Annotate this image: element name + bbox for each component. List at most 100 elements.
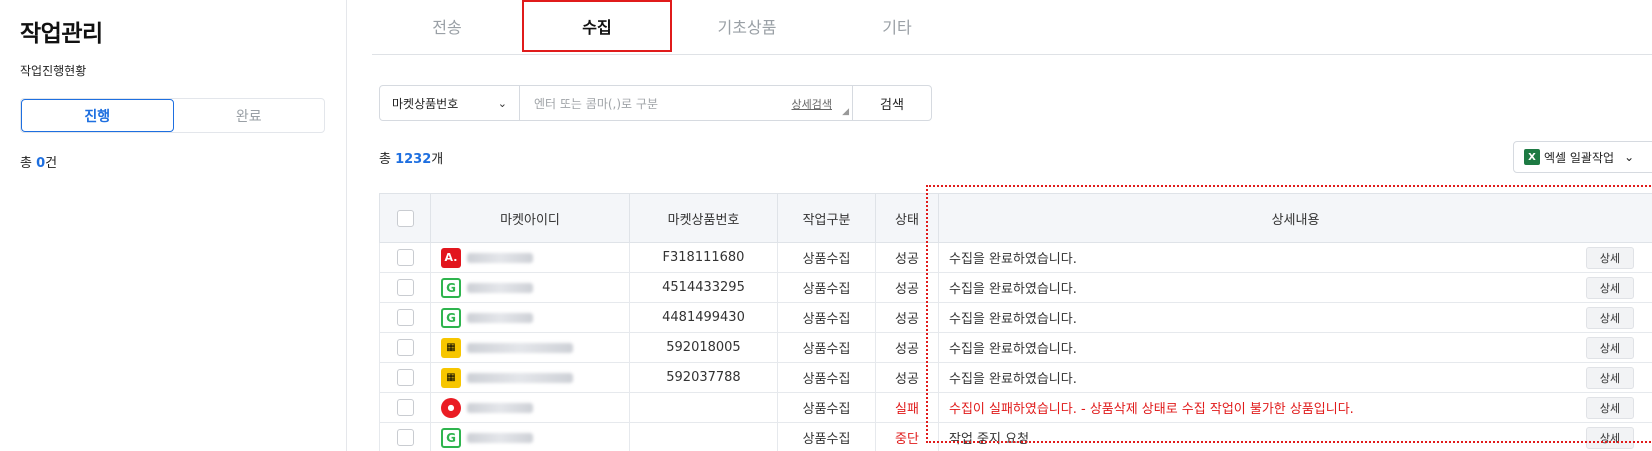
row-checkbox-cell <box>379 422 431 451</box>
coupang-market-icon: ▦ <box>441 367 461 388</box>
market-id-redacted <box>467 252 533 263</box>
row-checkbox-cell <box>379 332 431 363</box>
detail-cell: 수집이 실패하였습니다. - 상품삭제 상태로 수집 작업이 불가한 상품입니다… <box>938 392 1652 423</box>
row-detail-button[interactable]: 상세 <box>1586 307 1634 329</box>
market-id-cell: A. <box>430 242 630 273</box>
gmarket-market-icon: G <box>441 307 461 328</box>
table-row[interactable]: ▦ 592018005 상품수집 성공 수집을 완료하였습니다. 상세 <box>379 332 1652 363</box>
col-market-id: 마켓아이디 <box>430 193 630 243</box>
search-button[interactable]: 검색 <box>853 86 931 120</box>
excel-bulk-button[interactable]: X 엑셀 일괄작업 ⌄ <box>1513 141 1652 173</box>
product-no-cell: 592037788 <box>629 362 778 393</box>
market-id-cell: G <box>430 302 630 333</box>
table-row[interactable]: G 상품수집 중단 작업 중지 요청 상세 <box>379 422 1652 451</box>
chevron-down-icon: ⌄ <box>1624 150 1635 164</box>
row-checkbox[interactable] <box>396 429 414 446</box>
row-checkbox[interactable] <box>396 399 414 416</box>
row-checkbox[interactable] <box>396 339 414 356</box>
table-row[interactable]: G 4514433295 상품수집 성공 수집을 완료하였습니다. 상세 <box>379 272 1652 303</box>
status-cell: 성공 <box>875 272 939 303</box>
detail-cell: 작업 중지 요청 상세 <box>938 422 1652 451</box>
gmarket-market-icon: G <box>441 277 461 298</box>
result-total-suffix: 개 <box>431 152 444 167</box>
search-bar: 마켓상품번호 ⌄ 엔터 또는 콤마(,)로 구분 상세검색 ◢ 검색 <box>379 85 932 121</box>
product-no-cell: 592018005 <box>629 332 778 363</box>
segment-in-progress[interactable]: 진행 <box>21 99 174 132</box>
row-checkbox-cell <box>379 392 431 423</box>
sidebar-total-prefix: 총 <box>20 156 37 171</box>
market-id-cell: ▦ <box>430 362 630 393</box>
market-id-cell: G <box>430 422 630 451</box>
sidebar-total-suffix: 건 <box>45 156 58 171</box>
tab-bar: 전송 수집 기초상품 기타 <box>372 0 1652 55</box>
col-status: 상태 <box>875 193 939 243</box>
detail-text: 수집을 완료하였습니다. <box>949 342 1077 357</box>
detail-text: 수집이 실패하였습니다. - 상품삭제 상태로 수집 작업이 불가한 상품입니다… <box>949 402 1354 417</box>
sidebar: 작업관리 작업진행현황 진행 완료 총 0건 <box>0 0 347 451</box>
resize-handle-icon[interactable]: ◢ <box>842 108 849 117</box>
search-type-value: 마켓상품번호 <box>392 96 459 111</box>
job-type-cell: 상품수집 <box>777 302 876 333</box>
row-detail-button[interactable]: 상세 <box>1586 427 1634 449</box>
select-all-checkbox[interactable] <box>396 209 414 227</box>
table-row[interactable]: G 4481499430 상품수집 성공 수집을 완료하였습니다. 상세 <box>379 302 1652 333</box>
row-checkbox[interactable] <box>396 369 414 386</box>
chevron-down-icon: ⌄ <box>497 96 507 110</box>
tab-etc[interactable]: 기타 <box>822 0 972 52</box>
row-detail-button[interactable]: 상세 <box>1586 277 1634 299</box>
row-detail-button[interactable]: 상세 <box>1586 247 1634 269</box>
table-row[interactable]: A. F318111680 상품수집 성공 수집을 완료하였습니다. 상세 <box>379 242 1652 273</box>
status-segment: 진행 완료 <box>20 98 325 133</box>
row-detail-button[interactable]: 상세 <box>1586 397 1634 419</box>
sidebar-subtitle: 작업진행현황 <box>20 64 87 78</box>
tab-collect[interactable]: 수집 <box>522 0 672 52</box>
excel-bulk-label: 엑셀 일괄작업 <box>1544 150 1615 165</box>
col-product-no: 마켓상품번호 <box>629 193 778 243</box>
row-checkbox[interactable] <box>396 249 414 266</box>
excel-icon: X <box>1524 149 1540 165</box>
product-no-cell: 4514433295 <box>629 272 778 303</box>
market-id-redacted <box>467 282 533 293</box>
tab-base-product[interactable]: 기초상품 <box>672 0 822 52</box>
status-cell: 실패 <box>875 392 939 423</box>
job-table: 마켓아이디 마켓상품번호 작업구분 상태 상세내용 A. F318111680 상품… <box>379 193 1652 451</box>
table-row[interactable]: ● 상품수집 실패 수집이 실패하였습니다. - 상품삭제 상태로 수집 작업이 불가… <box>379 392 1652 423</box>
segment-completed[interactable]: 완료 <box>174 99 325 132</box>
sidebar-title: 작업관리 <box>20 21 103 47</box>
row-checkbox-cell <box>379 242 431 273</box>
coupang-market-icon: ▦ <box>441 337 461 358</box>
market-id-cell: ▦ <box>430 332 630 363</box>
row-detail-button[interactable]: 상세 <box>1586 337 1634 359</box>
search-type-select[interactable]: 마켓상품번호 ⌄ <box>380 86 520 120</box>
col-job-type: 작업구분 <box>777 193 876 243</box>
job-type-cell: 상품수집 <box>777 362 876 393</box>
status-cell: 성공 <box>875 332 939 363</box>
detail-search-link[interactable]: 상세검색 <box>792 96 832 112</box>
detail-cell: 수집을 완료하였습니다. 상세 <box>938 332 1652 363</box>
market-id-redacted <box>467 402 533 413</box>
gmarket-market-icon: G <box>441 427 461 448</box>
table-row[interactable]: ▦ 592037788 상품수집 성공 수집을 완료하였습니다. 상세 <box>379 362 1652 393</box>
market-id-redacted <box>467 342 573 353</box>
tab-send[interactable]: 전송 <box>372 0 522 52</box>
market-id-cell: G <box>430 272 630 303</box>
row-checkbox[interactable] <box>396 309 414 326</box>
market-id-redacted <box>467 432 533 443</box>
search-input[interactable]: 엔터 또는 콤마(,)로 구분 상세검색 ◢ <box>520 86 853 120</box>
row-checkbox[interactable] <box>396 279 414 296</box>
status-cell: 성공 <box>875 362 939 393</box>
detail-text: 수집을 완료하였습니다. <box>949 312 1077 327</box>
row-checkbox-cell <box>379 272 431 303</box>
table-body: A. F318111680 상품수집 성공 수집을 완료하였습니다. 상세 G 4514433… <box>379 242 1652 451</box>
product-no-cell <box>629 392 778 423</box>
job-type-cell: 상품수집 <box>777 392 876 423</box>
col-detail: 상세내용 <box>938 193 1652 243</box>
eleven-market-icon: ● <box>441 397 461 418</box>
status-cell: 성공 <box>875 302 939 333</box>
product-no-cell <box>629 422 778 451</box>
market-id-redacted <box>467 372 573 383</box>
select-all-header <box>379 193 431 243</box>
detail-cell: 수집을 완료하였습니다. 상세 <box>938 302 1652 333</box>
status-cell: 중단 <box>875 422 939 451</box>
row-detail-button[interactable]: 상세 <box>1586 367 1634 389</box>
